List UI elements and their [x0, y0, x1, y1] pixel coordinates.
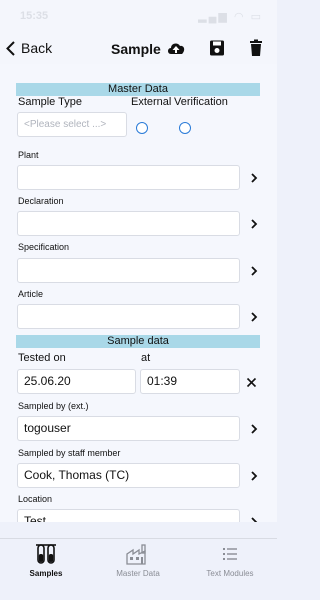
cloud-upload-icon[interactable]: [166, 39, 186, 57]
factory-icon: [126, 544, 146, 565]
back-label: Back: [21, 40, 53, 56]
status-time: 15:35: [20, 10, 49, 22]
tab-text-modules-label: Text Modules: [206, 569, 254, 578]
trash-icon[interactable]: [246, 39, 266, 57]
plant-chevron-right-icon[interactable]: [249, 172, 259, 184]
external-radio[interactable]: [136, 122, 148, 134]
verification-radio[interactable]: [179, 122, 191, 134]
specification-field[interactable]: [17, 258, 240, 283]
location-field[interactable]: Test...: [17, 509, 240, 522]
tested-on-label: Tested on: [18, 352, 66, 364]
declaration-field[interactable]: [17, 211, 240, 236]
status-bar: 15:35 ▂▄▆ ◠ ▭: [0, 0, 277, 34]
sample-type-label: Sample Type: [18, 96, 83, 108]
location-chevron-right-icon[interactable]: [249, 516, 259, 522]
declaration-chevron-right-icon[interactable]: [249, 218, 259, 230]
chevron-left-icon: [6, 40, 15, 56]
external-label: External: [131, 96, 172, 108]
sampled-by-staff-chevron-right-icon[interactable]: [249, 470, 259, 482]
list-icon: [223, 548, 237, 560]
sampled-by-ext-field[interactable]: togouser: [17, 416, 240, 441]
clear-x-icon[interactable]: [246, 377, 257, 388]
master-data-header: Master Data: [16, 83, 260, 96]
specification-chevron-right-icon[interactable]: [249, 265, 259, 277]
tab-master-data-label: Master Data: [116, 569, 160, 578]
tab-text-modules[interactable]: Text Modules: [184, 543, 276, 578]
sampled-by-ext-label: Sampled by (ext.): [18, 401, 89, 411]
location-label: Location: [18, 494, 53, 504]
tested-on-time-field[interactable]: 01:39: [140, 369, 240, 394]
sampled-by-ext-chevron-right-icon[interactable]: [249, 423, 259, 435]
tab-bar: Samples Master Data Text Modules: [0, 538, 277, 600]
plant-field[interactable]: [17, 165, 240, 190]
article-label: Article: [18, 289, 44, 299]
test-tubes-icon: [36, 544, 56, 564]
specification-label: Specification: [18, 242, 70, 252]
save-icon[interactable]: [207, 39, 227, 57]
article-chevron-right-icon[interactable]: [249, 311, 259, 323]
back-button[interactable]: Back: [6, 40, 52, 56]
tab-samples[interactable]: Samples: [0, 543, 92, 578]
at-label: at: [141, 352, 151, 364]
sampled-by-staff-label: Sampled by staff member: [18, 448, 121, 458]
verification-label: Verification: [174, 96, 228, 108]
tab-master-data[interactable]: Master Data: [92, 543, 184, 578]
sampled-by-staff-field[interactable]: Cook, Thomas (TC): [17, 463, 240, 488]
page-title: Sample: [111, 41, 161, 57]
tested-on-date-field[interactable]: 25.06.20: [17, 369, 136, 394]
navbar: Back Sample: [0, 34, 277, 64]
status-indicators: ▂▄▆ ◠ ▭: [198, 11, 263, 23]
sample-data-header: Sample data: [16, 335, 260, 348]
sample-type-select[interactable]: <Please select ...>: [17, 112, 127, 137]
tab-samples-label: Samples: [29, 569, 63, 578]
declaration-label: Declaration: [18, 196, 64, 206]
plant-label: Plant: [18, 150, 39, 160]
sample-form[interactable]: Master Data Sample Type External Verific…: [0, 64, 277, 522]
article-field[interactable]: [17, 304, 240, 329]
